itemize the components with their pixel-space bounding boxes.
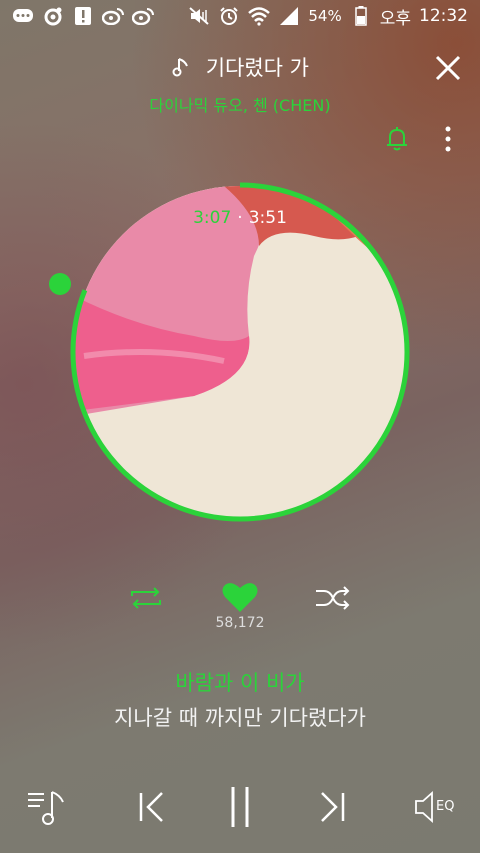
skip-previous-icon: [139, 792, 163, 822]
total-time: 3:51: [248, 208, 287, 228]
time-display: 3:07 · 3:51: [0, 208, 480, 228]
song-title-row: 기다렸다 가: [0, 52, 480, 83]
more-options-button[interactable]: [436, 124, 460, 154]
skip-next-icon: [321, 792, 345, 822]
like-count: 58,172: [215, 615, 265, 631]
heart-icon: [222, 583, 258, 612]
system-icons: 54% 오후 12:32: [188, 4, 468, 29]
weibo-icon: [132, 5, 154, 27]
progress-handle[interactable]: [49, 273, 71, 295]
notification-icons: [12, 5, 154, 27]
clock-time: 12:32: [419, 6, 468, 26]
bell-icon: [387, 127, 407, 151]
current-time: 3:07: [193, 208, 232, 228]
alarm-bell-button[interactable]: [382, 124, 412, 154]
wifi-icon: [248, 5, 271, 27]
alarm-icon: [218, 5, 240, 27]
close-icon: [435, 55, 461, 81]
mute-icon: [188, 5, 210, 27]
shuffle-button[interactable]: [314, 584, 352, 612]
next-button[interactable]: [312, 784, 352, 830]
music-note-icon: [171, 56, 193, 83]
alert-icon: [72, 5, 94, 27]
pause-button[interactable]: [220, 784, 260, 830]
app-notification-icon: [42, 5, 64, 27]
battery-icon: [350, 5, 372, 27]
shuffle-icon: [316, 586, 350, 610]
signal-icon: [278, 5, 300, 27]
status-bar: 54% 오후 12:32: [0, 0, 480, 32]
like-button[interactable]: [221, 580, 259, 614]
time-separator: ·: [237, 208, 243, 228]
song-title: 기다렸다 가: [205, 56, 309, 80]
artist-name[interactable]: 다이나믹 듀오, 첸 (CHEN): [0, 92, 480, 116]
lyric-current-line[interactable]: 바람과 이 비가: [0, 667, 480, 697]
progress-ring[interactable]: [70, 182, 410, 522]
album-art-container[interactable]: [70, 182, 410, 522]
pause-icon: [231, 787, 249, 827]
previous-button[interactable]: [132, 784, 172, 830]
playlist-button[interactable]: [26, 784, 72, 830]
close-button[interactable]: [430, 50, 466, 86]
repeat-icon: [131, 587, 161, 609]
eq-label: EQ: [436, 799, 455, 814]
weibo-icon: [102, 5, 124, 27]
chat-bubble-icon: [12, 5, 34, 27]
battery-percent: 54%: [308, 7, 342, 25]
equalizer-button[interactable]: EQ: [414, 784, 460, 830]
lyric-next-line[interactable]: 지나갈 때 까지만 기다렸다가: [0, 702, 480, 732]
more-vertical-icon: [445, 126, 451, 152]
repeat-button[interactable]: [128, 584, 164, 612]
clock-period: 오후: [379, 8, 411, 29]
playlist-icon: [28, 791, 64, 825]
